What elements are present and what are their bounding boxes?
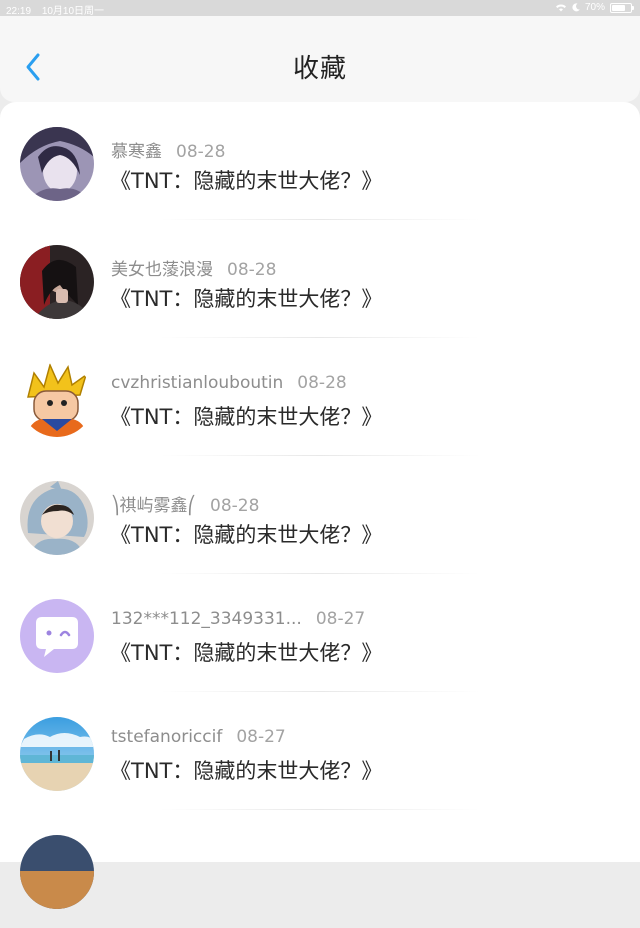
favorites-list: 慕寒鑫 08-28 《TNT：隐藏的末世大佬？》 美女也蔆浪漫 08-28 《TNT…	[0, 102, 640, 909]
book-title: 《TNT：隐藏的末世大佬？》	[110, 287, 383, 311]
list-item[interactable]: 132***112_3349331... 08-27 《TNT：隐藏的末世大佬？》	[0, 574, 640, 692]
book-title: 《TNT：隐藏的末世大佬？》	[110, 405, 383, 429]
avatar[interactable]	[20, 127, 94, 201]
book-title: 《TNT：隐藏的末世大佬？》	[110, 523, 383, 547]
book-title: 《TNT：隐藏的末世大佬？》	[110, 759, 383, 783]
date-label: 08-28	[176, 142, 226, 162]
date-label: 08-27	[236, 727, 286, 747]
username: cvzhristianlouboutin	[111, 373, 284, 393]
list-item[interactable]: 慕寒鑫 08-28 《TNT：隐藏的末世大佬？》	[0, 102, 640, 220]
list-item[interactable]: cvzhristianlouboutin 08-28 《TNT：隐藏的末世大佬？》	[0, 338, 640, 456]
wifi-icon	[555, 4, 566, 12]
battery-percent: 70%	[584, 2, 605, 13]
list-item[interactable]: tstefanoriccif 08-27 《TNT：隐藏的末世大佬？》	[0, 692, 640, 810]
battery-icon	[610, 2, 634, 13]
avatar[interactable]	[20, 599, 94, 673]
date-label: 08-28	[210, 496, 260, 516]
list-item[interactable]: ⎞祺屿雾鑫⎛ 08-28 《TNT：隐藏的末世大佬？》	[0, 456, 640, 574]
moon-icon	[572, 3, 580, 12]
avatar[interactable]	[20, 835, 94, 909]
list-item[interactable]: 美女也蔆浪漫 08-28 《TNT：隐藏的末世大佬？》	[0, 220, 640, 338]
username: ⎞祺屿雾鑫⎛	[111, 496, 196, 516]
book-title: 《TNT：隐藏的末世大佬？》	[110, 641, 383, 665]
list-item[interactable]	[0, 810, 640, 928]
avatar[interactable]	[20, 363, 94, 437]
username: tstefanoriccif	[111, 727, 223, 747]
date-label: 08-28	[227, 260, 277, 280]
header: 收藏	[0, 16, 640, 102]
username: 132***112_3349331...	[111, 609, 302, 629]
date-label: 08-27	[315, 609, 366, 629]
username: 慕寒鑫	[111, 142, 162, 162]
date-label: 08-28	[297, 373, 347, 393]
status-bar: 22:19 10月10日周一 70%	[0, 0, 640, 17]
page-title: 收藏	[292, 54, 347, 84]
avatar[interactable]	[20, 245, 94, 319]
username: 美女也蔆浪漫	[111, 260, 213, 280]
avatar[interactable]	[20, 717, 94, 791]
book-title: 《TNT：隐藏的末世大佬？》	[110, 169, 383, 193]
avatar[interactable]	[20, 481, 94, 555]
